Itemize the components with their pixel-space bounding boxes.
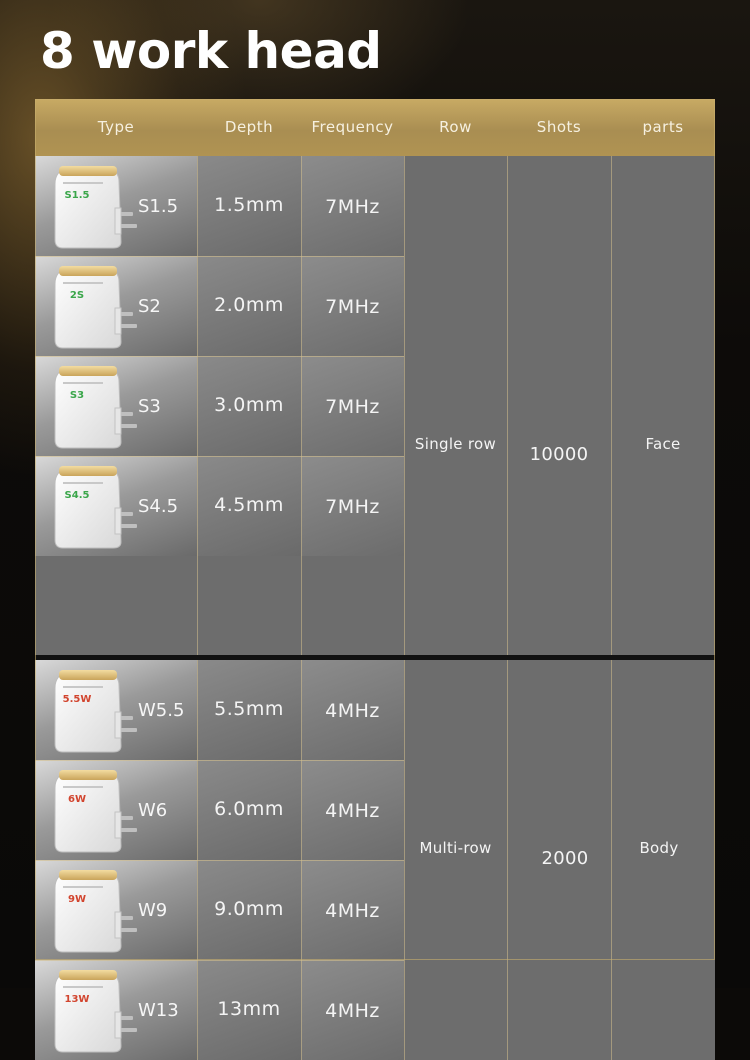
shots-body: 2000 [541, 848, 589, 869]
header-frequency: Frequency [311, 118, 394, 136]
row-divider [35, 960, 404, 961]
row-divider [35, 456, 404, 457]
cell-depth: 13mm [197, 960, 301, 1060]
table-row: S4.5 S4.5 4.5mm 7MHz [35, 456, 404, 556]
type-label: S2 [138, 296, 161, 317]
logo-text: 13W [65, 994, 90, 1005]
cell-depth: 3.0mm [197, 356, 301, 456]
frequency-value: 4MHz [325, 1000, 380, 1022]
depth-value: 4.5mm [214, 494, 284, 516]
frequency-value: 7MHz [325, 196, 380, 218]
type-label: W9 [138, 900, 168, 921]
depth-value: 5.5mm [214, 698, 284, 720]
work-head-image: S3 [49, 364, 139, 450]
work-head-image: 13W [49, 968, 139, 1054]
table-header: Type Depth Frequency Row Shots parts [35, 99, 715, 158]
logo-text: S3 [70, 390, 84, 401]
cell-frequency: 7MHz [301, 156, 404, 256]
logo-text: S1.5 [65, 190, 90, 201]
table-row: 2S S2 2.0mm 7MHz [35, 256, 404, 356]
spec-table: Type Depth Frequency Row Shots parts S1.… [35, 99, 715, 1060]
row-divider [35, 860, 404, 861]
type-label: S1.5 [138, 196, 179, 217]
cell-frequency: 7MHz [301, 356, 404, 456]
header-depth: Depth [224, 118, 274, 136]
cell-type: 9W W9 [35, 860, 197, 960]
cell-type: 2S S2 [35, 256, 197, 356]
work-head-image: S4.5 [49, 464, 139, 550]
frequency-value: 4MHz [325, 800, 380, 822]
type-label: S4.5 [138, 496, 179, 517]
cell-frequency: 4MHz [301, 960, 404, 1060]
work-head-image: S1.5 [49, 164, 139, 250]
frequency-value: 7MHz [325, 296, 380, 318]
depth-value: 1.5mm [214, 194, 284, 216]
header-shots: Shots [536, 118, 582, 136]
cell-frequency: 4MHz [301, 860, 404, 960]
row-type-single: Single row [414, 435, 497, 453]
frequency-value: 7MHz [325, 396, 380, 418]
group-face: S1.5 S1.5 1.5mm 7MHz 2S S2 2.0mm 7MHz S3 S3 3.0mm 7… [35, 156, 715, 655]
row-divider [35, 760, 404, 761]
table-row: 13W W13 13mm 4MHz [35, 960, 404, 1060]
cell-frequency: 4MHz [301, 660, 404, 760]
cell-depth: 1.5mm [197, 156, 301, 256]
header-type: Type [97, 118, 135, 136]
row-divider [35, 356, 404, 357]
work-head-image: 2S [49, 264, 139, 350]
parts-face: Face [645, 435, 681, 453]
work-head-image: 6W [49, 768, 139, 854]
cell-depth: 6.0mm [197, 760, 301, 860]
cell-frequency: 4MHz [301, 760, 404, 860]
group-body: 5.5W W5.5 5.5mm 4MHz 6W W6 6.0mm 4MHz 9W W9 9.0mm 4… [35, 660, 715, 1060]
parts-body: Body [639, 839, 679, 857]
cell-type: 5.5W W5.5 [35, 660, 197, 760]
cell-depth: 2.0mm [197, 256, 301, 356]
cell-type: S3 S3 [35, 356, 197, 456]
header-row: Row [439, 118, 472, 136]
table-row: S3 S3 3.0mm 7MHz [35, 356, 404, 456]
cell-frequency: 7MHz [301, 456, 404, 556]
frequency-value: 4MHz [325, 900, 380, 922]
depth-value: 6.0mm [214, 798, 284, 820]
type-label: W13 [138, 1000, 179, 1021]
depth-value: 3.0mm [214, 394, 284, 416]
logo-text: S4.5 [65, 490, 90, 501]
table-row: 5.5W W5.5 5.5mm 4MHz [35, 660, 404, 760]
type-label: S3 [138, 396, 161, 417]
work-head-image: 5.5W [49, 668, 139, 754]
table-row: S1.5 S1.5 1.5mm 7MHz [35, 156, 404, 256]
cell-type: 6W W6 [35, 760, 197, 860]
logo-text: 5.5W [63, 694, 92, 705]
depth-value: 13mm [217, 998, 281, 1020]
work-head-image: 9W [49, 868, 139, 954]
frequency-value: 7MHz [325, 496, 380, 518]
cell-depth: 4.5mm [197, 456, 301, 556]
cell-type: 13W W13 [35, 960, 197, 1060]
depth-value: 2.0mm [214, 294, 284, 316]
logo-text: 9W [68, 894, 86, 905]
cell-depth: 9.0mm [197, 860, 301, 960]
page-title: 8 work head [40, 22, 382, 80]
logo-text: 2S [70, 290, 84, 301]
cell-frequency: 7MHz [301, 256, 404, 356]
table-row: 6W W6 6.0mm 4MHz [35, 760, 404, 860]
cell-depth: 5.5mm [197, 660, 301, 760]
header-parts: parts [642, 118, 684, 136]
row-type-multi: Multi-row [419, 839, 492, 857]
type-label: W6 [138, 800, 168, 821]
depth-value: 9.0mm [214, 898, 284, 920]
frequency-value: 4MHz [325, 700, 380, 722]
cell-type: S1.5 S1.5 [35, 156, 197, 256]
type-label: W5.5 [138, 700, 185, 721]
row-divider [35, 256, 404, 257]
cell-type: S4.5 S4.5 [35, 456, 197, 556]
logo-text: 6W [68, 794, 86, 805]
shots-face: 10000 [529, 444, 589, 465]
table-row: 9W W9 9.0mm 4MHz [35, 860, 404, 960]
